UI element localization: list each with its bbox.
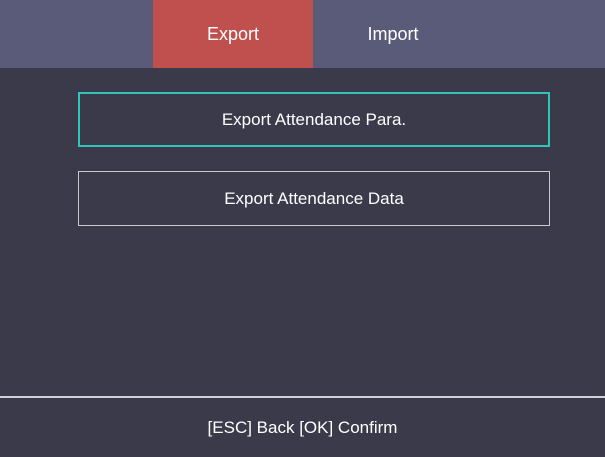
tab-import-label: Import xyxy=(367,23,419,44)
export-attendance-para-label: Export Attendance Para. xyxy=(221,109,407,129)
export-attendance-para-button[interactable]: Export Attendance Para. xyxy=(78,92,550,147)
device-screen: Export Import Export Attendance Para. Ex… xyxy=(0,0,605,457)
export-attendance-data-label: Export Attendance Data xyxy=(224,188,404,208)
tab-export-label: Export xyxy=(206,23,260,44)
footer-hint: [ESC] Back [OK] Confirm xyxy=(0,398,605,457)
tab-bar: Export Import xyxy=(0,0,605,68)
export-attendance-data-button[interactable]: Export Attendance Data xyxy=(78,171,550,226)
footer-hint-text: [ESC] Back [OK] Confirm xyxy=(207,417,398,437)
tab-import[interactable]: Import xyxy=(313,0,473,68)
tab-export[interactable]: Export xyxy=(153,0,313,68)
